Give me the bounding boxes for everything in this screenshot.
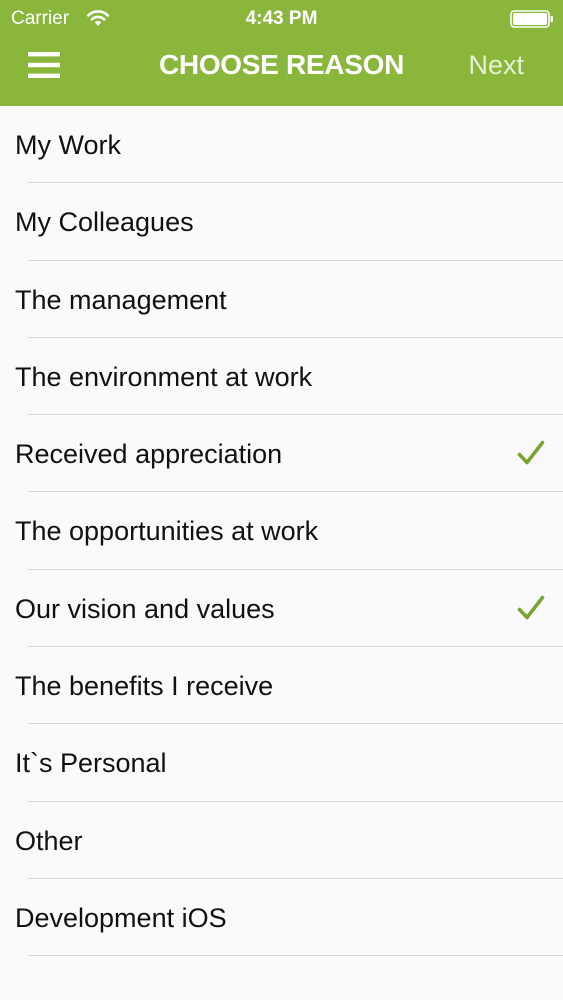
reason-label: It`s Personal [15, 748, 167, 779]
reason-label: The environment at work [15, 361, 313, 392]
reason-list-item[interactable]: Our vision and values [0, 570, 563, 648]
reason-list-item[interactable]: Other [0, 802, 563, 880]
reason-label: The benefits I receive [15, 671, 274, 702]
reason-label: My Work [15, 130, 121, 160]
reason-label: The management [15, 284, 227, 315]
navigation-header: Carrier 4:43 PM CHOOSE REASON Next [0, 0, 563, 106]
reason-list: My Work My Colleagues The management The… [0, 106, 563, 957]
next-button[interactable]: Next [468, 48, 524, 82]
reason-list-item[interactable]: The opportunities at work [0, 492, 563, 571]
reason-label: Development iOS [15, 902, 227, 933]
reason-label: Our vision and values [15, 593, 275, 624]
reason-list-item[interactable]: The environment at work [0, 338, 563, 416]
reason-list-item[interactable]: It`s Personal [0, 724, 563, 802]
status-bar: Carrier 4:43 PM [0, 0, 563, 38]
checkmark-icon [517, 595, 545, 620]
reason-list-item[interactable]: My Colleagues [0, 183, 563, 261]
reason-list-item[interactable]: The management [0, 261, 563, 339]
reason-label: Other [15, 825, 83, 856]
reason-label: The opportunities at work [15, 516, 319, 547]
status-time: 4:43 PM [245, 8, 318, 29]
battery-icon [510, 10, 553, 28]
reason-list-item[interactable]: Received appreciation [0, 415, 563, 493]
reason-list-item[interactable]: Development iOS [0, 879, 563, 957]
checkmark-icon [517, 440, 545, 465]
reason-label: Received appreciation [15, 439, 283, 470]
reason-list-item[interactable]: The benefits I receive [0, 647, 563, 725]
reason-list-item[interactable]: My Work [0, 106, 563, 184]
reason-label: My Colleagues [15, 207, 194, 238]
